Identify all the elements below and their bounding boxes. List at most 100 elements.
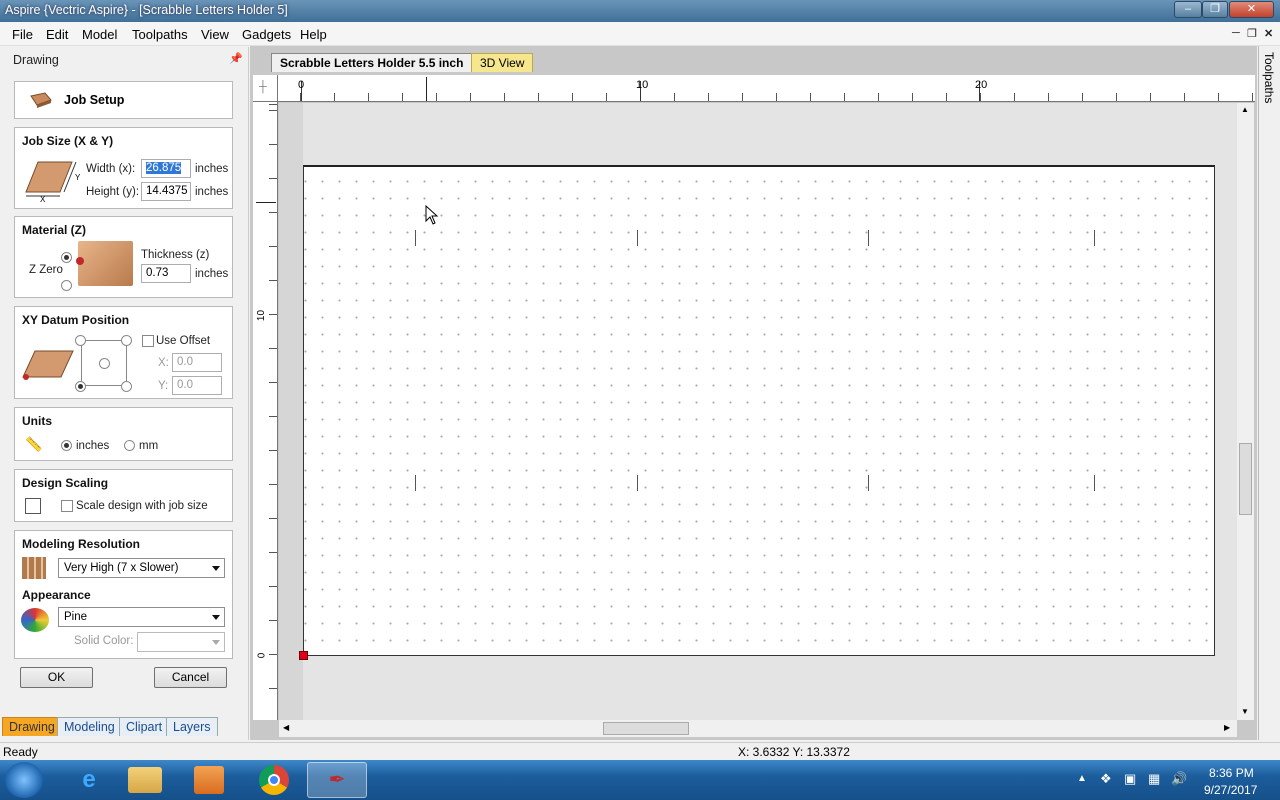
scale-design-checkbox[interactable]	[61, 500, 73, 512]
units-mm-label: mm	[139, 440, 159, 452]
menu-help[interactable]: Help	[300, 27, 327, 42]
material-block-icon	[78, 241, 133, 286]
vruler-ticks	[269, 102, 277, 720]
menu-view[interactable]: View	[201, 27, 229, 42]
mdi-restore-icon[interactable]: ❐	[1247, 27, 1257, 40]
datum-top-right-radio[interactable]	[121, 335, 132, 346]
resolution-select[interactable]: Very High (7 x Slower)	[58, 558, 225, 578]
horizontal-scrollbar[interactable]: ◀ ▶	[279, 720, 1237, 737]
show-hidden-icons-icon[interactable]: ▲	[1077, 773, 1087, 784]
menu-toolpaths[interactable]: Toolpaths	[132, 27, 188, 42]
media-player-icon[interactable]	[194, 766, 224, 794]
guide-mark	[637, 230, 638, 246]
guide-mark	[868, 230, 869, 246]
status-bar: Ready X: 3.6332 Y: 13.3372	[0, 742, 1280, 760]
width-unit: inches	[195, 163, 229, 175]
mdi-close-icon[interactable]: ✕	[1264, 27, 1273, 40]
aspire-taskbar-icon[interactable]: ✒	[307, 762, 367, 798]
vruler-label-0: 0	[256, 652, 268, 659]
job-size-title: Job Size (X & Y)	[22, 134, 114, 148]
ruler-ticks	[278, 93, 1255, 101]
volume-icon[interactable]: 🔊	[1171, 771, 1187, 787]
solid-color-select[interactable]	[137, 632, 225, 652]
scaling-card: Design Scaling Scale design with job siz…	[14, 469, 233, 522]
job-setup-header: Job Setup	[14, 81, 233, 119]
network-icon[interactable]: ▦	[1148, 771, 1160, 787]
ruler-icon: 📏	[25, 436, 43, 452]
close-button[interactable]: ✕	[1229, 1, 1274, 18]
material-sheet[interactable]	[303, 165, 1215, 656]
appearance-value: Pine	[64, 611, 88, 623]
offset-y-input[interactable]: 0.0	[172, 376, 222, 395]
tab-drawing[interactable]: Drawing	[2, 717, 62, 736]
scroll-down-icon[interactable]: ▼	[1241, 707, 1249, 716]
chrome-icon[interactable]	[259, 765, 289, 795]
z-zero-label: Z Zero	[29, 264, 63, 276]
menu-file[interactable]: File	[12, 27, 33, 42]
internet-explorer-icon[interactable]: e	[66, 763, 112, 797]
start-button[interactable]	[5, 762, 43, 798]
toolpaths-side-panel[interactable]: Toolpaths	[1258, 46, 1280, 740]
menu-edit[interactable]: Edit	[46, 27, 68, 42]
file-explorer-icon[interactable]	[128, 767, 162, 793]
scroll-up-icon[interactable]: ▲	[1241, 105, 1249, 114]
vertical-scroll-thumb[interactable]	[1239, 443, 1252, 515]
taskbar	[0, 760, 1280, 800]
ok-button[interactable]: OK	[20, 667, 93, 688]
tab-clipart[interactable]: Clipart	[119, 717, 170, 736]
tray-app-icon[interactable]: ▣	[1124, 771, 1136, 787]
appearance-title: Appearance	[22, 588, 91, 602]
job-size-card: Job Size (X & Y) X Y Width (x): 26.875 i…	[14, 127, 233, 209]
horizontal-scroll-thumb[interactable]	[603, 722, 689, 735]
datum-top-left-radio[interactable]	[75, 335, 86, 346]
drawing-canvas[interactable]	[279, 103, 1237, 720]
job-size-icon: X Y	[25, 161, 81, 202]
y-axis-letter: Y	[75, 173, 81, 182]
cancel-button[interactable]: Cancel	[154, 667, 227, 688]
pin-icon[interactable]: 📌	[229, 52, 243, 65]
thickness-input[interactable]: 0.73	[141, 264, 191, 283]
z-zero-top-radio[interactable]	[61, 252, 72, 263]
height-input[interactable]: 14.4375	[141, 182, 191, 201]
resolution-icon	[22, 557, 46, 579]
datum-bottom-right-radio[interactable]	[121, 381, 132, 392]
width-input[interactable]: 26.875	[141, 159, 191, 178]
vertical-scrollbar[interactable]: ▲ ▼	[1237, 103, 1254, 720]
z-zero-marker-icon	[76, 257, 84, 265]
units-inches-radio[interactable]	[61, 440, 72, 451]
clock-date[interactable]: 9/27/2017	[1204, 783, 1257, 797]
dropbox-icon[interactable]: ❖	[1100, 771, 1112, 787]
maximize-button[interactable]: ❐	[1202, 1, 1228, 18]
minimize-button[interactable]: –	[1174, 1, 1202, 18]
tab-layers[interactable]: Layers	[166, 717, 218, 736]
z-zero-bottom-radio[interactable]	[61, 280, 72, 291]
units-mm-radio[interactable]	[124, 440, 135, 451]
clock-time[interactable]: 8:36 PM	[1209, 766, 1254, 780]
job-setup-title: Job Setup	[64, 93, 125, 107]
mdi-minimize-icon[interactable]: ─	[1232, 27, 1240, 39]
tab-modeling[interactable]: Modeling	[57, 717, 122, 736]
ruler-cursor-marker	[426, 77, 427, 101]
datum-bottom-left-radio[interactable]	[75, 381, 86, 392]
guide-mark	[637, 475, 638, 491]
material-title: Material (Z)	[22, 223, 87, 237]
scroll-right-icon[interactable]: ▶	[1224, 723, 1230, 732]
panel-header: Drawing	[13, 53, 59, 67]
status-text: Ready	[3, 745, 38, 759]
appearance-select[interactable]: Pine	[58, 607, 225, 627]
offset-x-label: X:	[158, 357, 169, 369]
chevron-down-icon	[212, 615, 220, 620]
scale-design-label: Scale design with job size	[76, 500, 208, 512]
datum-center-radio[interactable]	[99, 358, 110, 369]
menu-gadgets[interactable]: Gadgets	[242, 27, 291, 42]
tab-3d-view[interactable]: 3D View	[471, 53, 534, 72]
scroll-left-icon[interactable]: ◀	[283, 723, 289, 732]
menu-model[interactable]: Model	[82, 27, 117, 42]
use-offset-checkbox[interactable]	[142, 335, 154, 347]
material-card: Material (Z) Z Zero Thickness (z) 0.73 i…	[14, 216, 233, 298]
palette-icon	[21, 608, 49, 632]
tab-document[interactable]: Scrabble Letters Holder 5.5 inch	[271, 53, 473, 72]
vertical-ruler: 10 0	[253, 102, 278, 720]
offset-x-input[interactable]: 0.0	[172, 353, 222, 372]
toolpaths-side-tab[interactable]: Toolpaths	[1262, 52, 1276, 103]
